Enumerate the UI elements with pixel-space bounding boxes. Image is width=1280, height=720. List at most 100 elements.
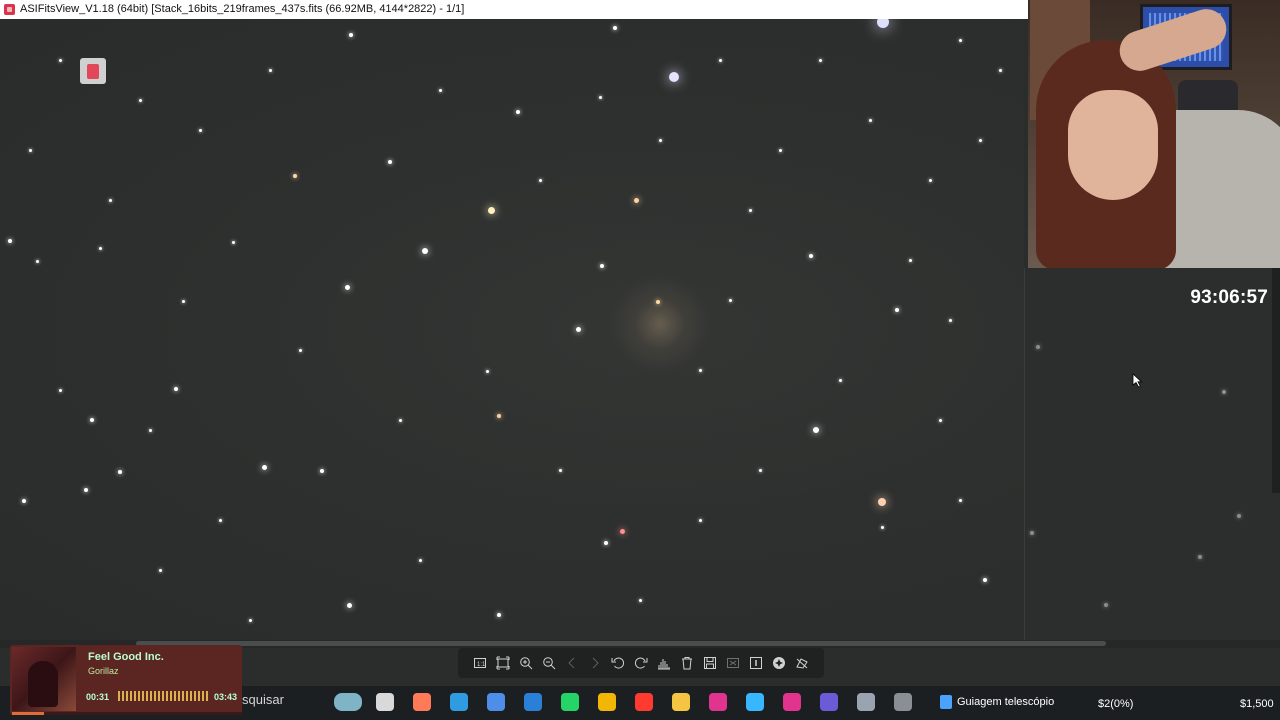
- telescope-icon[interactable]: [852, 688, 880, 716]
- star: [422, 248, 428, 254]
- star: [838, 378, 842, 382]
- crop-icon[interactable]: [723, 653, 743, 673]
- star: [633, 197, 639, 203]
- star: [231, 240, 235, 244]
- app-pink-icon[interactable]: [704, 688, 732, 716]
- viewer-toolbar: 1:1: [458, 648, 824, 678]
- star: [656, 300, 660, 304]
- star: [1104, 603, 1108, 607]
- waveform: [118, 691, 208, 701]
- music-progress-track[interactable]: [12, 712, 242, 715]
- stellarium-icon[interactable]: [815, 688, 843, 716]
- star: [669, 72, 679, 82]
- star: [598, 95, 602, 99]
- star: [346, 602, 352, 608]
- folder-icon[interactable]: [667, 688, 695, 716]
- star: [398, 418, 402, 422]
- store-icon[interactable]: [482, 688, 510, 716]
- vpn-icon[interactable]: [519, 688, 547, 716]
- star: [880, 525, 884, 529]
- star: [58, 58, 62, 62]
- star: [958, 498, 962, 502]
- app-pink2-icon[interactable]: [778, 688, 806, 716]
- star: [877, 19, 889, 28]
- webcam-feed: [1028, 0, 1280, 268]
- next-icon[interactable]: [585, 653, 605, 673]
- star: [638, 598, 642, 602]
- star: [818, 58, 822, 62]
- star: [138, 98, 142, 102]
- track-duration: 03:43: [214, 692, 238, 702]
- star: [22, 499, 26, 503]
- star: [600, 264, 604, 268]
- edge-icon[interactable]: [445, 688, 473, 716]
- star: [575, 326, 581, 332]
- star: [1036, 345, 1040, 349]
- overlay-badge-icon[interactable]: [80, 58, 106, 84]
- star: [878, 498, 886, 506]
- star: [497, 613, 501, 617]
- side-panel: [1024, 268, 1280, 640]
- chrome-icon[interactable]: [593, 688, 621, 716]
- star: [809, 254, 813, 258]
- opera-icon[interactable]: [630, 688, 658, 716]
- refresh-app-icon[interactable]: [741, 688, 769, 716]
- star: [344, 284, 350, 290]
- stretch-icon[interactable]: [769, 653, 789, 673]
- star: [613, 26, 617, 30]
- fit-actual-size-icon[interactable]: 1:1: [470, 653, 490, 673]
- star: [538, 178, 542, 182]
- album-cover: [12, 647, 76, 711]
- landscape-icon[interactable]: [334, 688, 362, 716]
- fit-window-icon[interactable]: [493, 653, 513, 673]
- info-icon[interactable]: [746, 653, 766, 673]
- star: [181, 299, 185, 303]
- star: [948, 318, 952, 322]
- rotate-right-icon[interactable]: [631, 653, 651, 673]
- whatsapp-icon[interactable]: [556, 688, 584, 716]
- window-title-bar: ASIFitsView_V1.18 (64bit) [Stack_16bits_…: [0, 0, 1028, 19]
- music-widget: Feel Good Inc. Gorillaz 00:31 03:43: [10, 645, 242, 715]
- file-explorer-icon[interactable]: [371, 688, 399, 716]
- star: [487, 206, 495, 214]
- zoom-out-icon[interactable]: [539, 653, 559, 673]
- star: [983, 578, 987, 582]
- mouse-cursor-icon: [1132, 373, 1143, 388]
- save-icon[interactable]: [700, 653, 720, 673]
- previous-icon[interactable]: [562, 653, 582, 673]
- star: [261, 464, 267, 470]
- star: [928, 178, 932, 182]
- star: [516, 110, 520, 114]
- star: [28, 148, 32, 152]
- galaxy: [610, 274, 710, 374]
- tray-stat-left: $2(0%): [1098, 698, 1134, 710]
- star: [1198, 555, 1202, 559]
- star: [298, 348, 302, 352]
- annotate-icon[interactable]: [792, 653, 812, 673]
- star: [813, 427, 819, 433]
- star: [418, 558, 422, 562]
- taskbar-active-task-label: Guiagem telescópio: [957, 696, 1055, 708]
- zoom-in-icon[interactable]: [516, 653, 536, 673]
- star: [868, 118, 872, 122]
- histogram-icon[interactable]: [654, 653, 674, 673]
- star: [84, 488, 88, 492]
- star: [718, 58, 722, 62]
- star: [698, 368, 702, 372]
- side-panel-scrollbar[interactable]: [1272, 268, 1280, 493]
- rotate-left-icon[interactable]: [608, 653, 628, 673]
- copilot-icon[interactable]: [408, 688, 436, 716]
- horizontal-scrollbar-thumb[interactable]: [136, 641, 1106, 646]
- star: [698, 518, 702, 522]
- trash-icon[interactable]: [677, 653, 697, 673]
- planet-icon[interactable]: [889, 688, 917, 716]
- svg-text:1:1: 1:1: [477, 662, 486, 668]
- taskbar-active-task[interactable]: Guiagem telescópio: [940, 695, 1054, 709]
- song-artist: Gorillaz: [88, 666, 119, 676]
- star: [438, 88, 442, 92]
- star: [8, 239, 12, 243]
- image-canvas[interactable]: [0, 19, 1024, 640]
- star: [268, 68, 272, 72]
- star: [895, 308, 899, 312]
- taskbar-search-input[interactable]: squisar: [242, 692, 284, 707]
